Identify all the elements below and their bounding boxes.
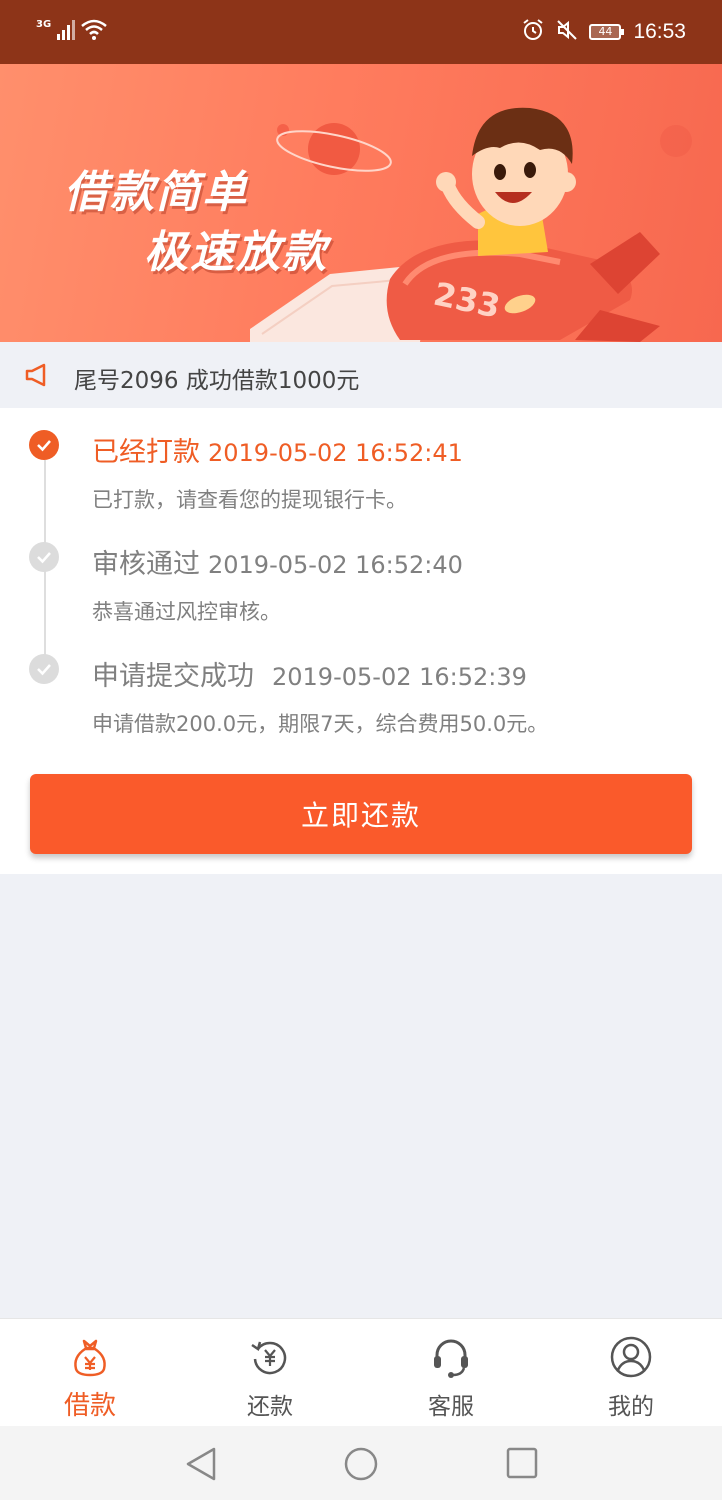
step-title-text: 已经打款 — [92, 437, 200, 468]
mute-icon — [555, 18, 579, 46]
wifi-icon — [81, 18, 107, 44]
step-time: 2019-05-02 16:52:39 — [272, 663, 527, 691]
step-description: 恭喜通过风控审核。 — [92, 600, 281, 624]
nav-label: 客服 — [428, 1394, 474, 1420]
status-bar: 3G 44 16:53 — [0, 0, 722, 64]
step-time: 2019-05-02 16:52:40 — [208, 551, 463, 579]
nav-item-service[interactable]: 客服 — [361, 1319, 541, 1427]
check-circle-icon — [29, 654, 59, 684]
check-circle-icon — [29, 430, 59, 460]
notice-bar: 尾号2096 成功借款1000元 — [0, 342, 722, 408]
bottom-nav: 借款 还款 客服 我的 — [0, 1318, 722, 1426]
nav-label: 我的 — [608, 1394, 654, 1420]
signal-icon — [57, 20, 76, 44]
status-left: 3G — [36, 18, 107, 44]
system-nav-bar — [0, 1426, 722, 1500]
nav-item-repay[interactable]: 还款 — [180, 1319, 360, 1427]
step-time: 2019-05-02 16:52:41 — [208, 439, 463, 467]
nav-label: 还款 — [247, 1394, 293, 1420]
back-icon[interactable] — [184, 1446, 218, 1486]
money-bag-icon — [68, 1335, 112, 1383]
home-icon[interactable] — [343, 1446, 379, 1486]
step-title-text: 审核通过 — [92, 549, 200, 580]
loan-status-card: 已经打款 2019-05-02 16:52:41 已打款，请查看您的提现银行卡。 … — [0, 408, 722, 874]
step-title: 审核通过 2019-05-02 16:52:40 — [92, 542, 463, 581]
repay-now-button[interactable]: 立即还款 — [30, 774, 692, 854]
banner-slogan-line1: 借款简单 — [64, 167, 248, 218]
alarm-icon — [521, 18, 545, 46]
status-right: 44 16:53 — [521, 18, 686, 46]
check-circle-icon — [29, 542, 59, 572]
step-title: 申请提交成功 2019-05-02 16:52:39 — [92, 654, 527, 693]
step-title-text: 申请提交成功 — [92, 661, 254, 692]
banner-slogan-line2: 极速放款 — [144, 227, 328, 278]
notice-text: 尾号2096 成功借款1000元 — [74, 368, 360, 394]
yuan-refresh-icon — [248, 1335, 292, 1383]
headset-icon — [429, 1335, 473, 1383]
nav-item-profile[interactable]: 我的 — [541, 1319, 721, 1427]
step-title: 已经打款 2019-05-02 16:52:41 — [92, 430, 463, 469]
promo-banner[interactable]: 233 借款简单 极速放款 — [0, 64, 722, 342]
network-type-label: 3G — [36, 19, 52, 30]
step-description: 申请借款200.0元，期限7天，综合费用50.0元。 — [92, 712, 549, 736]
recents-icon[interactable] — [505, 1446, 539, 1484]
battery-icon: 44 — [589, 24, 625, 40]
status-clock: 16:53 — [633, 20, 686, 43]
speaker-icon — [24, 362, 50, 392]
nav-label: 借款 — [63, 1391, 116, 1421]
user-icon — [609, 1335, 653, 1383]
step-description: 已打款，请查看您的提现银行卡。 — [92, 488, 407, 512]
nav-item-borrow[interactable]: 借款 — [0, 1319, 180, 1427]
